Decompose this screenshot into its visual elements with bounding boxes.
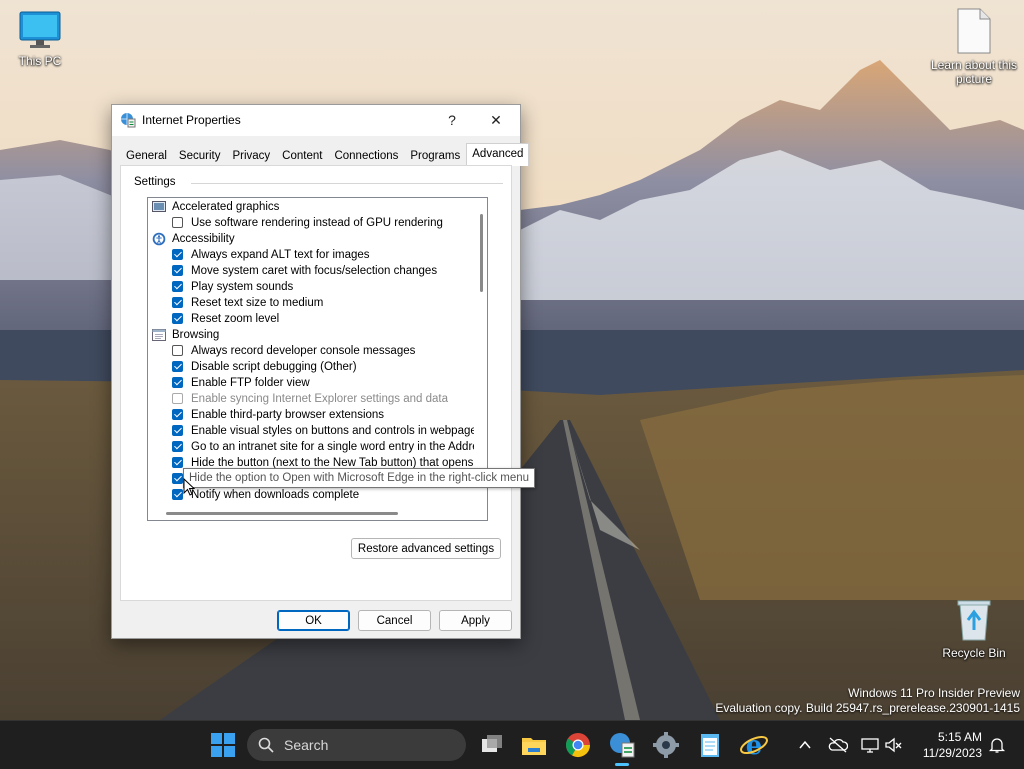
checkbox[interactable] [172, 393, 183, 404]
monitor-icon [19, 11, 61, 48]
recycle-bin-icon [957, 600, 991, 641]
setting-label: Notify when downloads complete [191, 489, 360, 501]
checkbox[interactable] [172, 425, 183, 436]
setting-label: Move system caret with focus/selection c… [191, 265, 438, 277]
chevron-up-icon[interactable] [798, 738, 812, 752]
help-button[interactable]: ? [429, 105, 475, 136]
checkbox[interactable] [172, 345, 183, 356]
checkbox[interactable] [172, 361, 183, 372]
tab-connections[interactable]: Connections [328, 145, 404, 166]
system-clock[interactable]: 5:15 AM 11/29/2023 [923, 729, 982, 761]
tab-general[interactable]: General [120, 145, 173, 166]
setting-label: Play system sounds [191, 281, 294, 293]
checkbox[interactable] [172, 473, 183, 484]
monitor-icon [152, 201, 166, 212]
tab-privacy[interactable]: Privacy [226, 145, 276, 166]
settings-group-label: Settings [134, 176, 180, 188]
category-label: Accelerated graphics [172, 201, 280, 213]
tab-strip: General Security Privacy Content Connect… [120, 143, 530, 166]
taskbar-search-box[interactable]: Search [247, 729, 466, 761]
tab-programs[interactable]: Programs [404, 145, 466, 166]
close-button[interactable]: ✕ [473, 105, 519, 136]
file-explorer-icon[interactable] [518, 729, 550, 761]
search-icon [258, 737, 274, 753]
watermark-build: Evaluation copy. Build 25947.rs_prerelea… [715, 701, 1020, 715]
apply-button[interactable]: Apply [439, 610, 512, 631]
cancel-button[interactable]: Cancel [358, 610, 431, 631]
internet-explorer-icon[interactable]: e [738, 729, 770, 761]
setting-tooltip: Hide the option to Open with Microsoft E… [183, 468, 536, 488]
setting-label: Enable visual styles on buttons and cont… [191, 425, 474, 437]
internet-properties-dialog: Internet Properties ? ✕ General Security… [111, 104, 530, 639]
checkbox[interactable] [172, 217, 183, 228]
checkbox[interactable] [172, 297, 183, 308]
checkbox[interactable] [172, 249, 183, 260]
checkbox[interactable] [172, 265, 183, 276]
category-label: Browsing [172, 329, 220, 341]
tab-advanced[interactable]: Advanced [466, 143, 530, 166]
horizontal-scroll-thumb[interactable] [166, 512, 398, 515]
setting-label: Go to an intranet site for a single word… [191, 441, 474, 453]
taskbar: Search e 5:15 AM 11/29/2023 [0, 720, 1024, 769]
tab-content[interactable]: Content [276, 145, 328, 166]
network-icon[interactable] [860, 736, 880, 754]
checkbox[interactable] [172, 281, 183, 292]
desktop-icon-recycle-bin[interactable]: Recycle Bin [929, 598, 1019, 660]
checkbox[interactable] [172, 457, 183, 468]
dialog-title: Internet Properties [142, 113, 241, 127]
notification-bell-icon[interactable] [988, 736, 1006, 754]
checkbox[interactable] [172, 441, 183, 452]
restore-advanced-settings-button[interactable]: Restore advanced settings [351, 538, 501, 559]
setting-label: Reset text size to medium [191, 297, 324, 309]
checkbox[interactable] [172, 313, 183, 324]
settings-icon[interactable] [650, 729, 682, 761]
start-icon[interactable] [207, 729, 239, 761]
browser-window-icon [152, 329, 166, 341]
accessibility-icon [152, 232, 166, 246]
document-icon [957, 8, 991, 54]
desktop-icon-learn-about-picture[interactable]: Learn about this picture [929, 8, 1019, 86]
checkbox[interactable] [172, 377, 183, 388]
category-label: Accessibility [172, 233, 235, 245]
internet-properties-icon [121, 113, 136, 128]
horizontal-scrollbar[interactable] [148, 506, 474, 520]
desktop-icon-label: This PC [18, 54, 62, 68]
vertical-scroll-thumb[interactable] [480, 214, 483, 292]
volume-muted-icon[interactable] [884, 736, 904, 754]
setting-label: Enable syncing Internet Explorer setting… [191, 393, 448, 405]
checkbox[interactable] [172, 489, 183, 500]
chrome-icon[interactable] [562, 729, 594, 761]
onedrive-offline-icon[interactable] [828, 736, 848, 754]
setting-label: Reset zoom level [191, 313, 280, 325]
task-view-icon[interactable] [476, 729, 508, 761]
setting-label: Enable third-party browser extensions [191, 409, 385, 421]
watermark-edition: Windows 11 Pro Insider Preview [848, 686, 1020, 700]
setting-label: Always record developer console messages [191, 345, 416, 357]
desktop-icon-label: Recycle Bin [942, 646, 1006, 660]
setting-label: Always expand ALT text for images [191, 249, 370, 261]
notepad-icon[interactable] [694, 729, 726, 761]
dialog-titlebar[interactable]: Internet Properties ? ✕ [112, 105, 520, 136]
setting-label: Disable script debugging (Other) [191, 361, 357, 373]
active-app-indicator [615, 763, 629, 766]
setting-label: Enable FTP folder view [191, 377, 310, 389]
internet-properties-icon[interactable] [606, 729, 638, 761]
ok-button[interactable]: OK [277, 610, 350, 631]
tab-security[interactable]: Security [173, 145, 227, 166]
settings-list: Accelerated graphics Use software renderi… [148, 198, 474, 505]
checkbox[interactable] [172, 409, 183, 420]
setting-label: Use software rendering instead of GPU re… [191, 217, 443, 229]
clock-date: 11/29/2023 [922, 746, 982, 760]
desktop-icon-this-pc[interactable]: This PC [0, 10, 85, 68]
clock-time: 5:15 AM [937, 730, 982, 744]
mouse-cursor-icon [183, 478, 195, 496]
group-divider [191, 183, 503, 184]
advanced-tab-panel: Settings Accelerated graphics Use softwar… [120, 165, 512, 601]
desktop-icon-label: Learn about this picture [930, 58, 1018, 86]
svg-text:e: e [746, 731, 763, 761]
search-placeholder: Search [284, 737, 329, 753]
setting-label: Show friendly HTTP error messages [191, 503, 376, 505]
vertical-scrollbar[interactable] [475, 198, 487, 505]
